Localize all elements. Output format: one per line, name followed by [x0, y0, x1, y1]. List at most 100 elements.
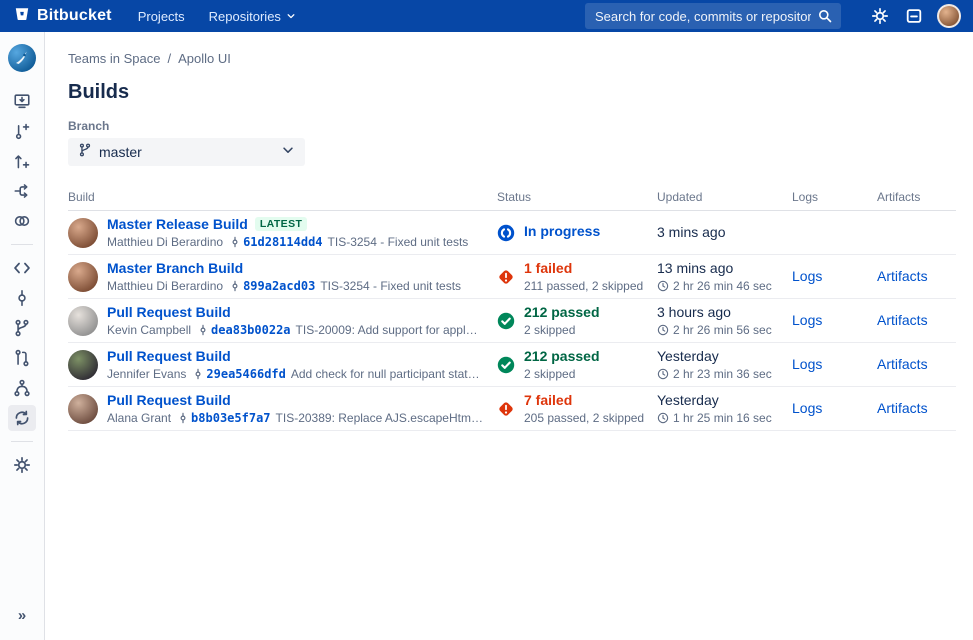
build-name-link[interactable]: Master Release Build: [107, 216, 248, 232]
forks-icon[interactable]: [8, 375, 36, 401]
page-title: Builds: [68, 81, 956, 104]
logs-cell: Logs: [792, 268, 877, 286]
artifacts-link[interactable]: Artifacts: [877, 268, 928, 284]
build-name-link[interactable]: Pull Request Build: [107, 348, 231, 364]
clock-icon: [657, 280, 669, 292]
artifacts-cell: Artifacts: [877, 356, 956, 374]
breadcrumb-repo-link[interactable]: Apollo UI: [178, 51, 231, 66]
avatar: [68, 350, 98, 380]
logs-link[interactable]: Logs: [792, 400, 822, 416]
status-cell: 212 passed 2 skipped: [497, 348, 657, 380]
builds-table: Build Status Updated Logs Artifacts Mast…: [68, 187, 956, 431]
commit-hash-link[interactable]: 899a2acd03: [243, 279, 315, 293]
build-name-link[interactable]: Master Branch Build: [107, 260, 243, 276]
bitbucket-logo[interactable]: Bitbucket: [14, 6, 112, 27]
clone-icon[interactable]: [8, 88, 36, 114]
status-label: 212 passed: [524, 348, 600, 364]
bitbucket-mark-icon: [14, 6, 30, 27]
updated-cell: Yesterday 1 hr 25 min 16 sec: [657, 392, 792, 425]
build-cell: Pull Request Build Kevin Campbelldea83b0…: [68, 304, 497, 337]
avatar: [68, 262, 98, 292]
build-duration: 2 hr 26 min 46 sec: [657, 279, 792, 293]
commit-icon: [229, 236, 241, 248]
commit-message: TIS-20009: Add support for applying alte…: [296, 323, 483, 337]
search-input[interactable]: [585, 3, 841, 29]
commit-hash-link[interactable]: b8b03e5f7a7: [191, 411, 270, 425]
logs-link[interactable]: Logs: [792, 356, 822, 372]
commit-icon: [229, 280, 241, 292]
status-cell: 7 failed 205 passed, 2 skipped: [497, 392, 657, 424]
build-meta: Matthieu Di Berardino 61d28114dd4 TIS-3254…: [107, 235, 468, 249]
status-cell: In progress: [497, 223, 657, 241]
source-icon[interactable]: [8, 255, 36, 281]
artifacts-link[interactable]: Artifacts: [877, 356, 928, 372]
commit-hash-link[interactable]: 29ea5466dfd: [206, 367, 285, 381]
table-header-row: Build Status Updated Logs Artifacts: [68, 187, 956, 211]
branch-icon: [78, 143, 92, 162]
updated-time: Yesterday: [657, 392, 792, 408]
status-detail: 211 passed, 2 skipped: [524, 279, 643, 293]
branch-dropdown[interactable]: master: [68, 138, 305, 166]
updated-time: 3 hours ago: [657, 304, 792, 320]
build-name-link[interactable]: Pull Request Build: [107, 304, 231, 320]
build-status-icon: [497, 224, 515, 242]
commit-hash-link[interactable]: dea83b0022a: [211, 323, 290, 337]
commit-hash-link[interactable]: 61d28114dd4: [243, 235, 322, 249]
repo-sidebar: »: [0, 32, 45, 640]
fork-repo-icon[interactable]: [8, 178, 36, 204]
search-icon[interactable]: [817, 8, 833, 29]
updated-cell: 13 mins ago 2 hr 26 min 46 sec: [657, 260, 792, 293]
commit-message: TIS-20389: Replace AJS.escapeHtml with l…: [276, 411, 483, 425]
repo-avatar-rocket[interactable]: [8, 44, 36, 72]
create-pull-request-icon[interactable]: [8, 148, 36, 174]
build-status-icon: [497, 268, 515, 286]
repo-settings-icon[interactable]: [8, 452, 36, 478]
nav-projects[interactable]: Projects: [138, 9, 185, 24]
sidebar-divider: [11, 441, 33, 442]
updated-cell: 3 mins ago: [657, 224, 792, 240]
artifacts-link[interactable]: Artifacts: [877, 400, 928, 416]
artifacts-cell: Artifacts: [877, 312, 956, 330]
commit-icon: [192, 368, 204, 380]
commit-message: TIS-3254 - Fixed unit tests: [328, 235, 469, 249]
breadcrumb-project-link[interactable]: Teams in Space: [68, 51, 161, 66]
table-row: Pull Request Build Alana Grantb8b03e5f7a…: [68, 387, 956, 431]
latest-badge: LATEST: [255, 217, 307, 232]
branches-icon[interactable]: [8, 315, 36, 341]
pull-requests-icon[interactable]: [8, 345, 36, 371]
clock-icon: [657, 368, 669, 380]
branch-selected-value: master: [99, 144, 281, 160]
settings-icon[interactable]: [867, 3, 893, 29]
build-cell: Pull Request Build Jennifer Evans29ea546…: [68, 348, 497, 381]
breadcrumb: Teams in Space / Apollo UI: [68, 51, 956, 66]
create-branch-icon[interactable]: [8, 118, 36, 144]
expand-sidebar-icon[interactable]: »: [10, 603, 34, 628]
build-status-icon: [497, 312, 515, 330]
builds-icon[interactable]: [8, 405, 36, 431]
commits-icon[interactable]: [8, 285, 36, 311]
build-cell: Master Release Build LATEST Matthieu Di …: [68, 216, 497, 249]
header-build: Build: [68, 190, 497, 204]
artifacts-cell: Artifacts: [877, 268, 956, 286]
logs-link[interactable]: Logs: [792, 312, 822, 328]
inbox-icon[interactable]: [901, 3, 927, 29]
avatar: [68, 394, 98, 424]
header-logs: Logs: [792, 190, 877, 204]
commit-icon: [197, 324, 209, 336]
user-avatar[interactable]: [937, 4, 961, 28]
build-duration: 1 hr 25 min 16 sec: [657, 411, 792, 425]
commit-message: TIS-3254 - Fixed unit tests: [320, 279, 461, 293]
branch-label: Branch: [68, 119, 956, 133]
build-author: Matthieu Di Berardino: [107, 235, 223, 249]
build-cell: Master Branch Build Matthieu Di Berardin…: [68, 260, 497, 293]
nav-repositories[interactable]: Repositories: [209, 9, 296, 24]
header-status: Status: [497, 190, 657, 204]
build-name-link[interactable]: Pull Request Build: [107, 392, 231, 408]
updated-cell: 3 hours ago 2 hr 26 min 56 sec: [657, 304, 792, 337]
compare-icon[interactable]: [8, 208, 36, 234]
top-navbar: Bitbucket Projects Repositories: [0, 0, 973, 32]
logs-link[interactable]: Logs: [792, 268, 822, 284]
artifacts-link[interactable]: Artifacts: [877, 312, 928, 328]
clock-icon: [657, 324, 669, 336]
header-updated: Updated: [657, 190, 792, 204]
